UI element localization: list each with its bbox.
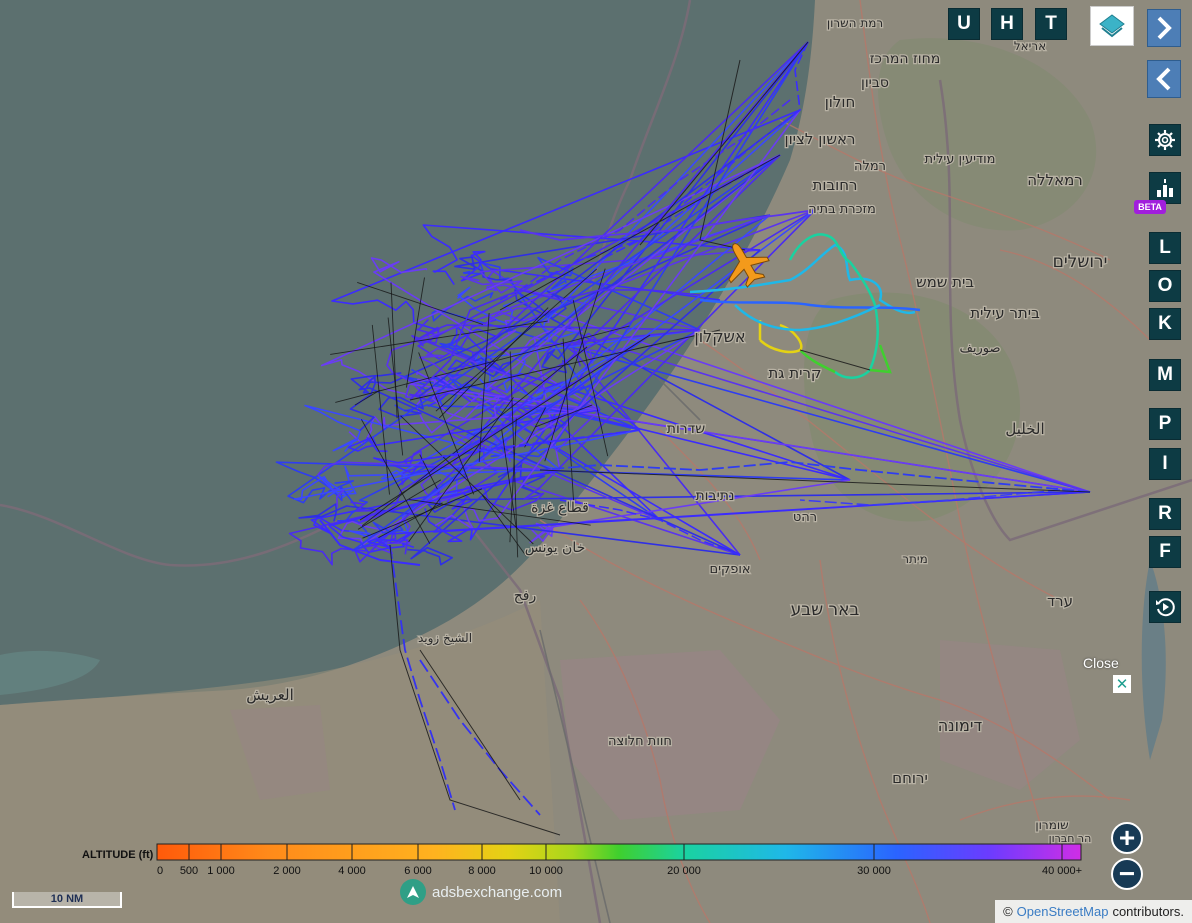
place-label: מחוז המרכז (870, 51, 941, 67)
altitude-tick-label: 500 (180, 865, 198, 877)
place-label: العريش (246, 686, 294, 704)
place-label: באר שבע (791, 600, 860, 620)
brand-text: adsbexchange.com (432, 883, 563, 901)
layers-icon (1099, 14, 1125, 38)
place-label: אריאל (1014, 39, 1046, 53)
place-label: רהט (793, 510, 817, 525)
place-label: שדרות (667, 421, 706, 437)
zoom-out-button[interactable]: − (1111, 858, 1143, 890)
place-label: חוות חלוצה (608, 734, 672, 749)
adsb-logo-icon (400, 879, 426, 905)
altitude-tick-label: 10 000 (529, 865, 563, 877)
place-label: ערד (1047, 592, 1073, 610)
t-button[interactable]: T (1035, 8, 1067, 40)
altitude-tick-label: 6 000 (404, 865, 432, 877)
chevron-right-icon (1157, 16, 1172, 40)
brand-watermark: adsbexchange.com (400, 879, 562, 905)
chevron-left-icon (1156, 67, 1171, 91)
altitude-color-bar (156, 843, 1082, 861)
o-button[interactable]: O (1149, 270, 1181, 302)
place-label: رفح (514, 588, 537, 604)
map-attribution: © OpenStreetMap contributors. (995, 900, 1192, 923)
beta-badge: BETA (1134, 200, 1166, 214)
place-label: ירוחם (892, 769, 928, 787)
place-label: الشيخ زويد (418, 631, 472, 646)
l-button[interactable]: L (1149, 232, 1181, 264)
zoom-in-button[interactable]: + (1111, 822, 1143, 854)
k-button[interactable]: K (1149, 308, 1181, 340)
place-label: בית שמש (916, 273, 974, 291)
map-canvas[interactable]: רמת השרון אריאל מחוז המרכז סביון חולון ראשון … (0, 0, 1192, 923)
close-icon[interactable]: ✕ (1113, 675, 1131, 693)
replay-icon (1156, 598, 1175, 617)
place-label: רמלה (854, 159, 886, 174)
h-button[interactable]: H (991, 8, 1023, 40)
place-label: רמת השרון (827, 16, 883, 30)
place-label: רחובות (813, 176, 858, 194)
place-label: נתיבות (695, 488, 734, 504)
place-label: الخليل (1005, 420, 1044, 438)
p-button[interactable]: P (1149, 408, 1181, 440)
altitude-tick-label: 30 000 (857, 865, 891, 877)
gear-icon (1155, 130, 1175, 150)
place-label: מזכרת בתיה (808, 202, 876, 217)
place-label: صوريف (959, 341, 1000, 356)
place-label: אשקלון (694, 327, 745, 346)
attribution-prefix: © (1003, 904, 1013, 919)
r-button[interactable]: R (1149, 498, 1181, 530)
openstreetmap-link[interactable]: OpenStreetMap (1017, 904, 1109, 919)
attribution-suffix: contributors. (1112, 904, 1184, 919)
altitude-tick-label: 40 000+ (1042, 865, 1082, 877)
altitude-tick-label: 1 000 (207, 865, 235, 877)
map-scale-bar: 10 NM (12, 892, 122, 908)
bar-chart-icon (1157, 179, 1173, 197)
place-label: חולון (825, 93, 856, 111)
altitude-tick-label: 8 000 (468, 865, 496, 877)
place-label: שומרון (1035, 818, 1068, 832)
layers-button[interactable] (1090, 6, 1134, 46)
expand-panel-button[interactable] (1147, 9, 1181, 47)
place-label: דימונה (938, 716, 983, 735)
u-button[interactable]: U (948, 8, 980, 40)
altitude-tick-label: 0 (157, 865, 163, 877)
place-label: סביון (861, 75, 889, 91)
settings-button[interactable] (1149, 124, 1181, 156)
place-label: רמאללה (1027, 171, 1083, 189)
i-button[interactable]: I (1149, 448, 1181, 480)
altitude-tick-label: 2 000 (273, 865, 301, 877)
place-label: מודיעין עילית (925, 152, 996, 167)
place-label: ביתר עילית (970, 304, 1040, 322)
m-button[interactable]: M (1149, 359, 1181, 391)
collapse-panel-button[interactable] (1147, 60, 1181, 98)
place-label: ירושלים (1053, 252, 1108, 272)
f-button[interactable]: F (1149, 536, 1181, 568)
altitude-legend-label: ALTITUDE (ft) (82, 849, 154, 861)
altitude-tick-label: 4 000 (338, 865, 366, 877)
place-label: ראשון לציון (784, 130, 855, 148)
place-label: אופקים (709, 562, 750, 577)
place-label: הר חברון (1049, 832, 1092, 845)
place-label: מיתר (902, 552, 928, 566)
replay-button[interactable] (1149, 591, 1181, 623)
place-label: קרית גת (768, 364, 821, 382)
close-label[interactable]: Close (1083, 655, 1119, 671)
place-label: خان يونس (525, 540, 586, 556)
altitude-tick-label: 20 000 (667, 865, 701, 877)
place-label: قطاع غزة (531, 500, 589, 516)
